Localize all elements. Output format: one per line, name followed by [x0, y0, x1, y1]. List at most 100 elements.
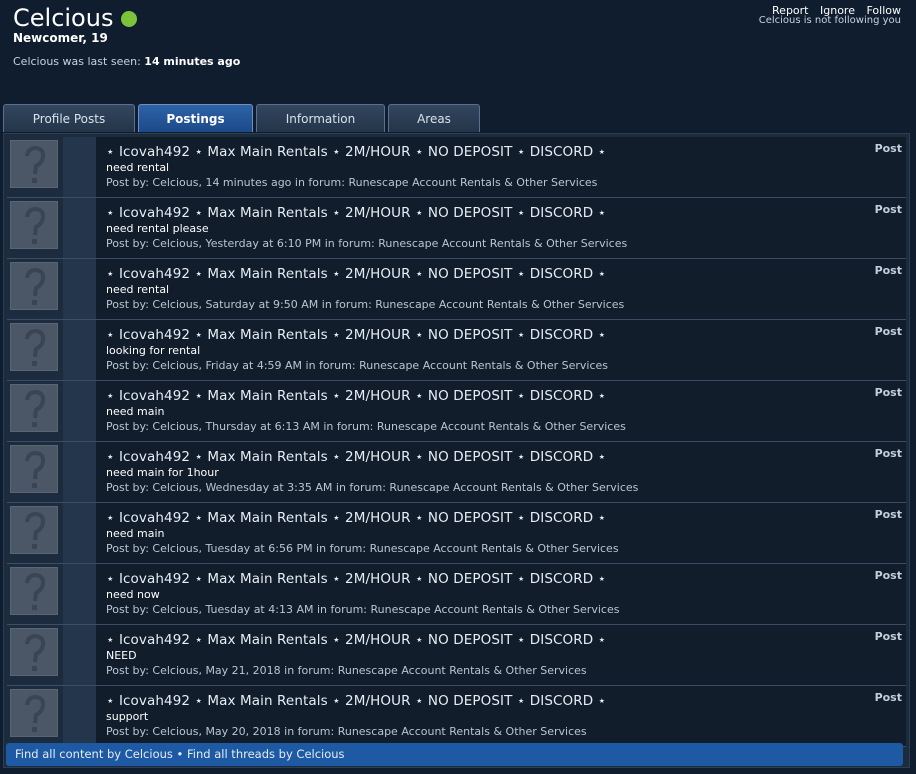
post-meta: Post by: Celcious, Saturday at 9:50 AM i…: [106, 298, 625, 311]
post-title-link[interactable]: ⋆ Icovah492 ⋆ Max Main Rentals ⋆ 2M/HOUR…: [106, 571, 606, 587]
post-content: ⋆ Icovah492 ⋆ Max Main Rentals ⋆ 2M/HOUR…: [96, 259, 906, 319]
avatar-cell: [7, 625, 63, 685]
default-avatar-icon: [11, 385, 57, 431]
post-type-label: Post: [874, 203, 902, 216]
profile-tabs: Profile Posts Postings Information Areas: [3, 104, 483, 132]
username[interactable]: Celcious: [13, 4, 113, 32]
avatar[interactable]: [10, 201, 58, 249]
user-title: Newcomer, 19: [13, 31, 108, 45]
post-content: ⋆ Icovah492 ⋆ Max Main Rentals ⋆ 2M/HOUR…: [96, 381, 906, 441]
post-content: ⋆ Icovah492 ⋆ Max Main Rentals ⋆ 2M/HOUR…: [96, 137, 906, 197]
post-content: ⋆ Icovah492 ⋆ Max Main Rentals ⋆ 2M/HOUR…: [96, 442, 906, 502]
post-snippet[interactable]: need rental please: [106, 222, 209, 235]
avatar[interactable]: [10, 445, 58, 493]
footer-links: Find all content by Celcious • Find all …: [6, 743, 903, 766]
post-row[interactable]: ⋆ Icovah492 ⋆ Max Main Rentals ⋆ 2M/HOUR…: [7, 320, 906, 381]
post-type-label: Post: [874, 508, 902, 521]
post-snippet[interactable]: need main for 1hour: [106, 466, 219, 479]
post-type-label: Post: [874, 630, 902, 643]
last-seen-label: Celcious was last seen:: [13, 55, 141, 68]
post-title-link[interactable]: ⋆ Icovah492 ⋆ Max Main Rentals ⋆ 2M/HOUR…: [106, 632, 606, 648]
avatar[interactable]: [10, 628, 58, 676]
find-all-threads-link[interactable]: Find all threads by Celcious: [187, 747, 345, 761]
post-snippet[interactable]: need rental: [106, 283, 169, 296]
tab-information[interactable]: Information: [256, 104, 385, 132]
post-type-label: Post: [874, 447, 902, 460]
default-avatar-icon: [11, 446, 57, 492]
default-avatar-icon: [11, 263, 57, 309]
avatar-cell: [7, 564, 63, 624]
post-row[interactable]: ⋆ Icovah492 ⋆ Max Main Rentals ⋆ 2M/HOUR…: [7, 137, 906, 198]
row-divider-strip: [63, 320, 96, 380]
post-type-label: Post: [874, 142, 902, 155]
post-snippet[interactable]: support: [106, 710, 148, 723]
default-avatar-icon: [11, 141, 57, 187]
default-avatar-icon: [11, 324, 57, 370]
postings-panel: ⋆ Icovah492 ⋆ Max Main Rentals ⋆ 2M/HOUR…: [3, 133, 910, 768]
row-divider-strip: [63, 686, 96, 746]
post-content: ⋆ Icovah492 ⋆ Max Main Rentals ⋆ 2M/HOUR…: [96, 198, 906, 258]
post-title-link[interactable]: ⋆ Icovah492 ⋆ Max Main Rentals ⋆ 2M/HOUR…: [106, 205, 606, 221]
avatar[interactable]: [10, 506, 58, 554]
avatar[interactable]: [10, 262, 58, 310]
post-title-link[interactable]: ⋆ Icovah492 ⋆ Max Main Rentals ⋆ 2M/HOUR…: [106, 510, 606, 526]
post-type-label: Post: [874, 325, 902, 338]
avatar-cell: [7, 198, 63, 258]
post-meta: Post by: Celcious, Tuesday at 4:13 AM in…: [106, 603, 620, 616]
post-row[interactable]: ⋆ Icovah492 ⋆ Max Main Rentals ⋆ 2M/HOUR…: [7, 259, 906, 320]
post-row[interactable]: ⋆ Icovah492 ⋆ Max Main Rentals ⋆ 2M/HOUR…: [7, 198, 906, 259]
post-title-link[interactable]: ⋆ Icovah492 ⋆ Max Main Rentals ⋆ 2M/HOUR…: [106, 327, 606, 343]
tab-postings[interactable]: Postings: [138, 104, 253, 132]
last-seen: Celcious was last seen: 14 minutes ago: [13, 55, 240, 68]
post-row[interactable]: ⋆ Icovah492 ⋆ Max Main Rentals ⋆ 2M/HOUR…: [7, 503, 906, 564]
post-title-link[interactable]: ⋆ Icovah492 ⋆ Max Main Rentals ⋆ 2M/HOUR…: [106, 144, 606, 160]
post-snippet[interactable]: need main: [106, 527, 164, 540]
row-divider-strip: [63, 381, 96, 441]
post-title-link[interactable]: ⋆ Icovah492 ⋆ Max Main Rentals ⋆ 2M/HOUR…: [106, 266, 606, 282]
avatar[interactable]: [10, 384, 58, 432]
post-content: ⋆ Icovah492 ⋆ Max Main Rentals ⋆ 2M/HOUR…: [96, 625, 906, 685]
online-status-icon: [121, 11, 138, 27]
avatar-cell: [7, 686, 63, 746]
post-title-link[interactable]: ⋆ Icovah492 ⋆ Max Main Rentals ⋆ 2M/HOUR…: [106, 449, 606, 465]
find-all-content-link[interactable]: Find all content by Celcious: [15, 747, 173, 761]
post-type-label: Post: [874, 691, 902, 704]
post-title-link[interactable]: ⋆ Icovah492 ⋆ Max Main Rentals ⋆ 2M/HOUR…: [106, 388, 606, 404]
post-list: ⋆ Icovah492 ⋆ Max Main Rentals ⋆ 2M/HOUR…: [7, 137, 906, 747]
post-title-link[interactable]: ⋆ Icovah492 ⋆ Max Main Rentals ⋆ 2M/HOUR…: [106, 693, 606, 709]
post-content: ⋆ Icovah492 ⋆ Max Main Rentals ⋆ 2M/HOUR…: [96, 686, 906, 746]
row-divider-strip: [63, 442, 96, 502]
default-avatar-icon: [11, 629, 57, 675]
default-avatar-icon: [11, 690, 57, 736]
last-seen-value: 14 minutes ago: [144, 55, 241, 68]
row-divider-strip: [63, 503, 96, 563]
default-avatar-icon: [11, 202, 57, 248]
tab-areas[interactable]: Areas: [388, 104, 480, 132]
post-content: ⋆ Icovah492 ⋆ Max Main Rentals ⋆ 2M/HOUR…: [96, 564, 906, 624]
avatar[interactable]: [10, 567, 58, 615]
post-row[interactable]: ⋆ Icovah492 ⋆ Max Main Rentals ⋆ 2M/HOUR…: [7, 442, 906, 503]
post-row[interactable]: ⋆ Icovah492 ⋆ Max Main Rentals ⋆ 2M/HOUR…: [7, 625, 906, 686]
avatar[interactable]: [10, 323, 58, 371]
post-meta: Post by: Celcious, Wednesday at 3:35 AM …: [106, 481, 639, 494]
post-snippet[interactable]: need now: [106, 588, 160, 601]
post-row[interactable]: ⋆ Icovah492 ⋆ Max Main Rentals ⋆ 2M/HOUR…: [7, 381, 906, 442]
row-divider-strip: [63, 564, 96, 624]
post-snippet[interactable]: need main: [106, 405, 164, 418]
post-row[interactable]: ⋆ Icovah492 ⋆ Max Main Rentals ⋆ 2M/HOUR…: [7, 686, 906, 747]
avatar-cell: [7, 320, 63, 380]
default-avatar-icon: [11, 507, 57, 553]
avatar[interactable]: [10, 689, 58, 737]
post-snippet[interactable]: looking for rental: [106, 344, 200, 357]
post-snippet[interactable]: NEED: [106, 649, 137, 662]
post-meta: Post by: Celcious, May 21, 2018 in forum…: [106, 664, 587, 677]
avatar[interactable]: [10, 140, 58, 188]
post-row[interactable]: ⋆ Icovah492 ⋆ Max Main Rentals ⋆ 2M/HOUR…: [7, 564, 906, 625]
tab-profile-posts[interactable]: Profile Posts: [3, 104, 135, 132]
post-meta: Post by: Celcious, 14 minutes ago in for…: [106, 176, 598, 189]
post-snippet[interactable]: need rental: [106, 161, 169, 174]
avatar-cell: [7, 137, 63, 197]
row-divider-strip: [63, 198, 96, 258]
post-type-label: Post: [874, 569, 902, 582]
follow-status: Celcious is not following you: [758, 15, 901, 26]
